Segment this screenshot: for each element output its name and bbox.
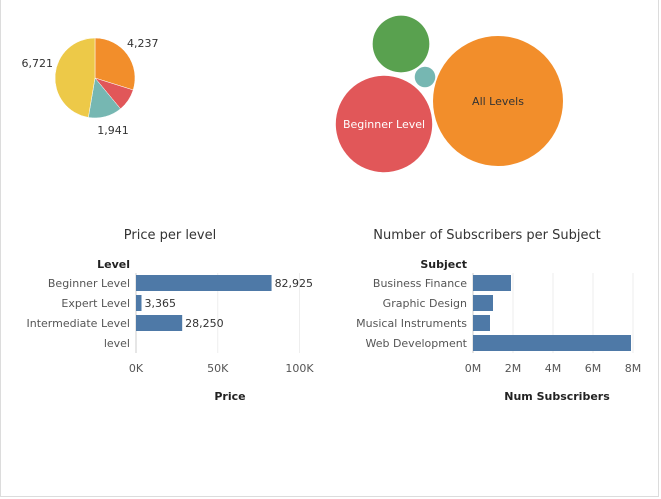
x-axis-title: Num Subscribers: [504, 390, 610, 403]
price-per-level-chart: Price per level Level Beginner Level Expe…: [26, 228, 314, 403]
chart-title: Number of Subscribers per Subject: [373, 228, 600, 243]
category-labels: Beginner Level Expert Level Intermediate L…: [26, 277, 130, 350]
bar-value-label: 82,925: [275, 277, 314, 290]
bar: [473, 295, 493, 311]
tick-labels: 0K 50K 100K: [129, 362, 314, 375]
category-label: Graphic Design: [383, 297, 467, 310]
pie-slice-label: 1,941: [97, 124, 129, 137]
bars: [473, 275, 631, 351]
x-tick-label: 0K: [129, 362, 144, 375]
x-tick-label: 50K: [207, 362, 229, 375]
bar: [473, 335, 631, 351]
subscribers-per-subject-chart: Number of Subscribers per Subject Subjec…: [356, 228, 641, 403]
category-label: Musical Instruments: [356, 317, 467, 330]
x-tick-label: 2M: [505, 362, 522, 375]
category-label: Beginner Level: [48, 277, 130, 290]
bubble-chart: All Levels Beginner Level: [335, 15, 563, 173]
x-axis-title: Price: [214, 390, 245, 403]
x-tick-label: 4M: [545, 362, 562, 375]
category-label: Business Finance: [373, 277, 467, 290]
chart-title: Price per level: [124, 228, 217, 243]
x-tick-label: 100K: [285, 362, 314, 375]
bar: [136, 295, 142, 311]
pie-slice-label: 4,237: [127, 37, 159, 50]
bar: [136, 315, 183, 331]
x-tick-label: 8M: [625, 362, 642, 375]
bubble-label: All Levels: [472, 95, 524, 108]
pie-chart: 4,237 1,941 6,721: [22, 37, 159, 137]
bubble: [372, 15, 430, 73]
category-label: Intermediate Level: [26, 317, 130, 330]
bar-value-label: 28,250: [185, 317, 224, 330]
category-labels: Business Finance Graphic Design Musical In…: [356, 277, 468, 350]
tick-labels: 0M 2M 4M 6M 8M: [465, 362, 642, 375]
category-header: Level: [97, 258, 130, 271]
pie-slice-label: 6,721: [22, 57, 54, 70]
x-tick-label: 0M: [465, 362, 482, 375]
bar: [473, 315, 490, 331]
bar: [136, 275, 272, 291]
bar-value-label: 3,365: [145, 297, 177, 310]
bar: [473, 275, 511, 291]
category-label: level: [104, 337, 130, 350]
x-tick-label: 6M: [585, 362, 602, 375]
bars: 82,925 3,365 28,250: [136, 275, 313, 331]
bubble: [414, 66, 436, 88]
pie-slice: [54, 37, 96, 118]
category-label: Expert Level: [61, 297, 130, 310]
bubble-label: Beginner Level: [343, 118, 425, 131]
category-label: Web Development: [365, 337, 467, 350]
dashboard-canvas: 4,237 1,941 6,721 All Levels Beginner Level…: [22, 15, 641, 403]
category-header: Subject: [420, 258, 467, 271]
